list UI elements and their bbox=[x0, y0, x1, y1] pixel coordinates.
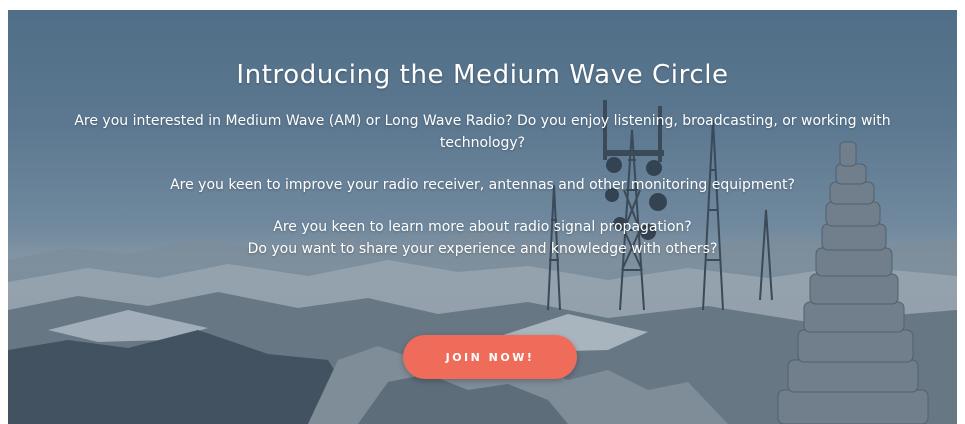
intro-paragraph-3-line-1: Are you keen to learn more about radio s… bbox=[273, 219, 692, 235]
join-now-button[interactable]: JOIN NOW! bbox=[403, 335, 577, 379]
intro-paragraph-3-line-2: Do you want to share your experience and… bbox=[247, 241, 718, 257]
hero-content: Introducing the Medium Wave Circle Are y… bbox=[8, 10, 957, 260]
intro-paragraph-1: Are you interested in Medium Wave (AM) o… bbox=[74, 113, 891, 151]
hero-section: Introducing the Medium Wave Circle Are y… bbox=[8, 10, 957, 424]
intro-paragraph-3: Are you keen to learn more about radio s… bbox=[73, 216, 893, 260]
hero-title: Introducing the Medium Wave Circle bbox=[236, 60, 729, 90]
intro-paragraph-2: Are you keen to improve your radio recei… bbox=[170, 177, 795, 193]
